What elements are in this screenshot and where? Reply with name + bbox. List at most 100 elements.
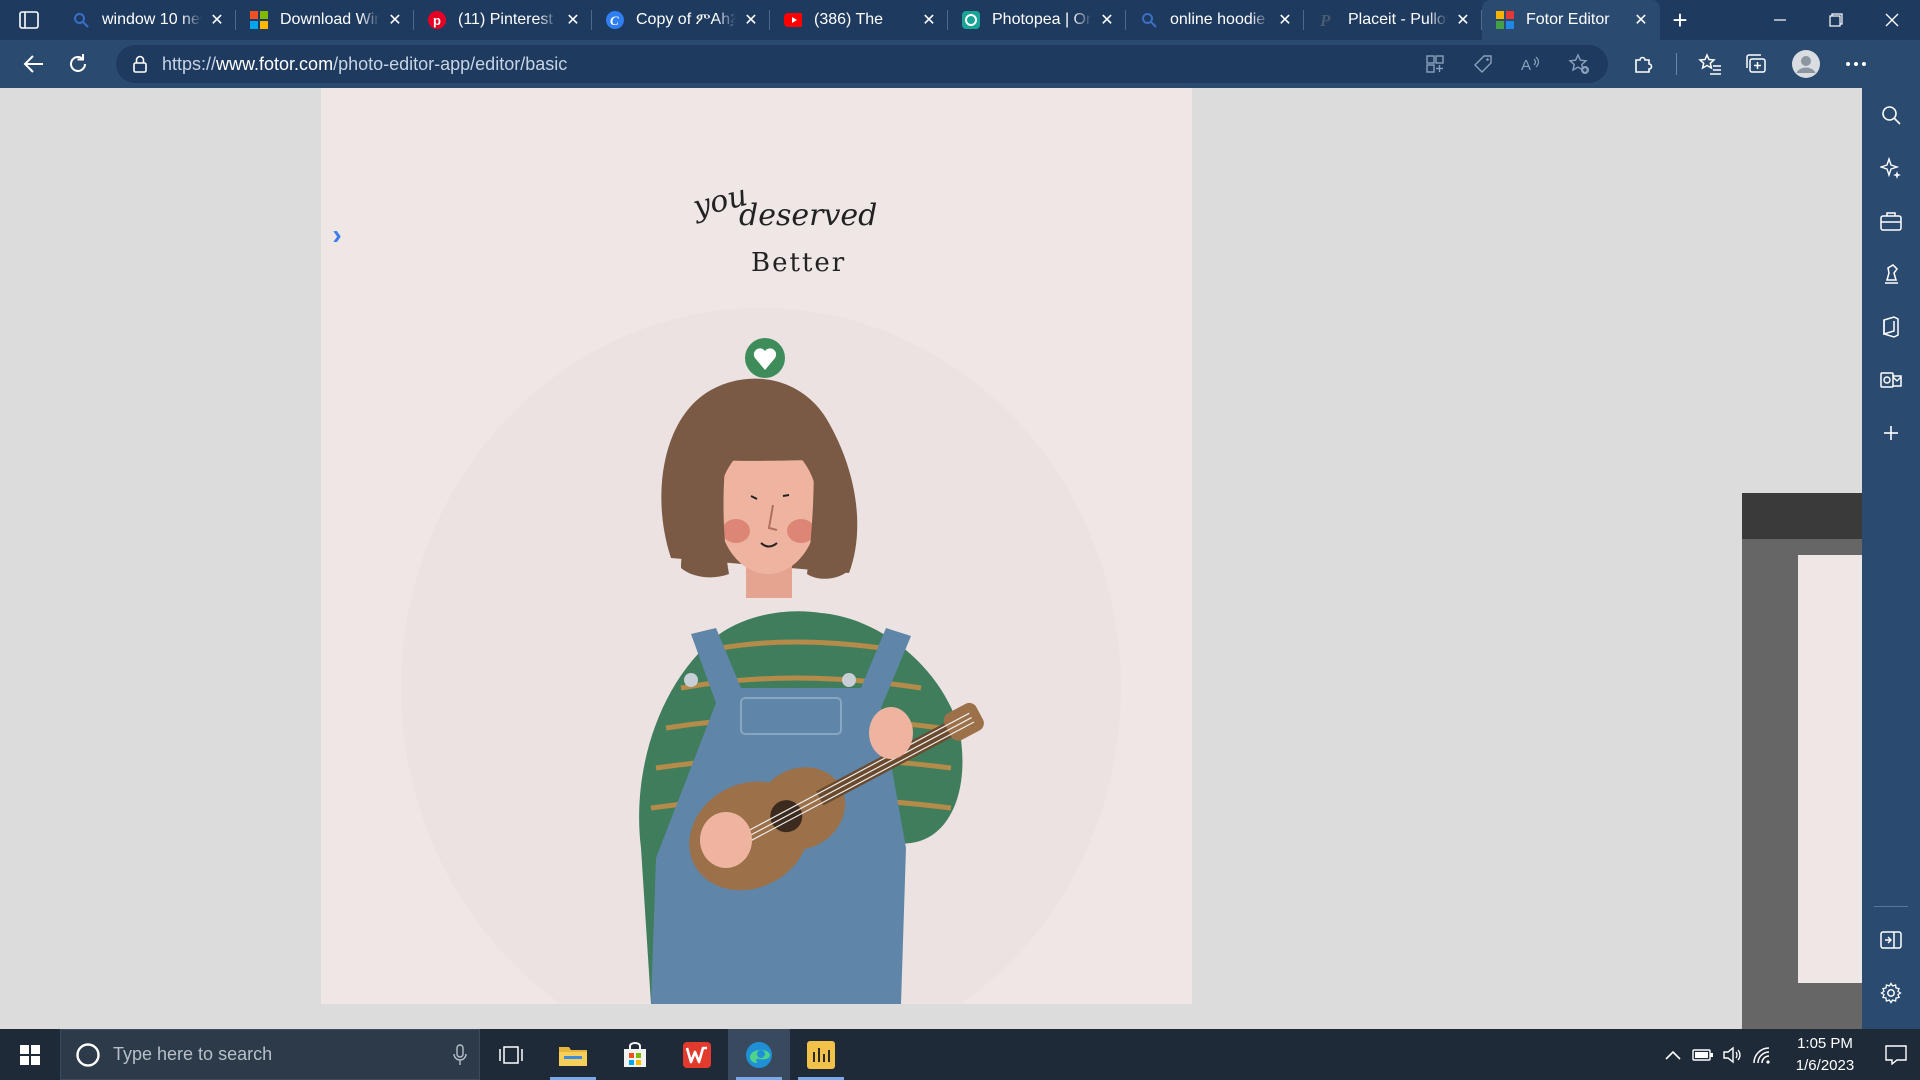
- show-hidden-icons-button[interactable]: [1658, 1029, 1688, 1080]
- close-tab-icon[interactable]: ✕: [1632, 11, 1650, 29]
- editor-canvas[interactable]: you deserved Better: [321, 88, 1192, 1004]
- url-text[interactable]: https://www.fotor.com/photo-editor-app/e…: [162, 54, 567, 75]
- taskbar-search-box[interactable]: Type here to search: [60, 1029, 480, 1080]
- taskbar-clock[interactable]: 1:05 PM 1/6/2023: [1778, 1033, 1872, 1077]
- photopea-icon: [962, 11, 980, 29]
- close-tab-icon[interactable]: ✕: [208, 11, 226, 29]
- sidebar-tools-button[interactable]: [1862, 194, 1920, 247]
- browser-tab[interactable]: Download Win ✕: [236, 0, 414, 40]
- tab-title: Copy of ምAh፩: [636, 11, 736, 28]
- wifi-icon: [1753, 1046, 1770, 1064]
- expand-panel-chevron-icon[interactable]: ›: [326, 219, 348, 250]
- taskbar-edge-browser[interactable]: [728, 1029, 790, 1080]
- restore-button[interactable]: [1808, 0, 1864, 40]
- clock-time: 1:05 PM: [1797, 1034, 1853, 1052]
- toolbar-divider: [1676, 53, 1677, 75]
- taskbar-file-explorer[interactable]: [542, 1029, 604, 1080]
- network-button[interactable]: [1748, 1029, 1778, 1080]
- browser-tab[interactable]: Photopea | On ✕: [948, 0, 1126, 40]
- taskbar-pinned-app[interactable]: [790, 1029, 852, 1080]
- lock-icon: [133, 55, 147, 73]
- new-tab-button[interactable]: +: [1660, 0, 1700, 40]
- add-favorite-button[interactable]: [1566, 51, 1592, 77]
- tab-actions-icon: [19, 11, 39, 29]
- tag-icon: [1474, 55, 1492, 73]
- browser-tab[interactable]: (386) The ✕: [770, 0, 948, 40]
- close-tab-icon[interactable]: ✕: [1276, 11, 1294, 29]
- sidebar-discover-button[interactable]: [1862, 141, 1920, 194]
- browser-tab[interactable]: P Placeit - Pullov ✕: [1304, 0, 1482, 40]
- sparkle-icon: [1880, 156, 1901, 179]
- browser-tab-strip: window 10 new ✕ Download Win ✕ p (11) Pintere…: [0, 0, 1920, 40]
- browser-tab[interactable]: Fotor Editor ✕: [1482, 0, 1660, 40]
- preview-panel-header: [1742, 493, 1862, 539]
- tab-list: window 10 new ✕ Download Win ✕ p (11) Pintere…: [58, 0, 1660, 40]
- address-bar[interactable]: https://www.fotor.com/photo-editor-app/e…: [116, 45, 1608, 83]
- tab-title: online hoodie: [1170, 11, 1266, 28]
- taskbar-wps-office[interactable]: [666, 1029, 728, 1080]
- yellow-app-icon: [807, 1040, 835, 1069]
- pinterest-icon: p: [428, 11, 446, 29]
- close-tab-icon[interactable]: ✕: [920, 11, 938, 29]
- shopping-tag-button[interactable]: [1470, 51, 1496, 77]
- browser-tab[interactable]: window 10 new ✕: [58, 0, 236, 40]
- clock-date: 1/6/2023: [1795, 1056, 1855, 1074]
- close-icon: [1885, 13, 1899, 27]
- favorites-button[interactable]: [1697, 51, 1723, 77]
- close-tab-icon[interactable]: ✕: [564, 11, 582, 29]
- volume-button[interactable]: [1718, 1029, 1748, 1080]
- collections-button[interactable]: [1743, 51, 1769, 77]
- browser-tab[interactable]: C Copy of ምAh፩ ✕: [592, 0, 770, 40]
- preview-thumbnail-panel[interactable]: [1742, 493, 1862, 1029]
- tab-title: window 10 new: [102, 11, 202, 28]
- sidebar-add-button[interactable]: [1862, 406, 1920, 459]
- close-window-button[interactable]: [1864, 0, 1920, 40]
- speaker-icon: [1723, 1046, 1741, 1063]
- browser-tab[interactable]: online hoodie ✕: [1126, 0, 1304, 40]
- sidebar-games-button[interactable]: [1862, 247, 1920, 300]
- start-button[interactable]: [0, 1029, 60, 1080]
- microphone-icon[interactable]: [453, 1043, 467, 1066]
- close-tab-icon[interactable]: ✕: [1098, 11, 1116, 29]
- app-available-button[interactable]: [1422, 51, 1448, 77]
- close-tab-icon[interactable]: ✕: [1454, 11, 1472, 29]
- outlook-icon: [1880, 371, 1902, 388]
- hide-sidebar-button[interactable]: [1862, 913, 1920, 966]
- action-center-button[interactable]: [1872, 1029, 1920, 1080]
- refresh-button[interactable]: [56, 46, 100, 82]
- battery-status-button[interactable]: [1688, 1029, 1718, 1080]
- browser-tab[interactable]: p (11) Pinterest ✕: [414, 0, 592, 40]
- sidebar-search-button[interactable]: [1862, 88, 1920, 141]
- search-placeholder: Type here to search: [113, 1044, 273, 1064]
- girl-with-ukulele-illustration: [401, 308, 1121, 1004]
- minimize-button[interactable]: [1752, 0, 1808, 40]
- tab-title: (11) Pinterest: [458, 11, 553, 28]
- close-tab-icon[interactable]: ✕: [386, 11, 404, 29]
- svg-text:p: p: [433, 13, 441, 28]
- sidebar-settings-button[interactable]: [1862, 966, 1920, 1019]
- tab-title: (386) The: [814, 11, 884, 28]
- read-aloud-button[interactable]: A: [1518, 51, 1544, 77]
- sidebar-office-button[interactable]: [1862, 300, 1920, 353]
- placeit-icon: P: [1318, 11, 1336, 29]
- sidebar-outlook-button[interactable]: [1862, 353, 1920, 406]
- preview-thumbnail-image[interactable]: [1798, 555, 1862, 983]
- tab-actions-button[interactable]: [0, 0, 58, 40]
- toolbox-icon: [1880, 211, 1902, 231]
- back-button[interactable]: [12, 46, 56, 82]
- hide-sidebar-icon: [1880, 930, 1902, 949]
- app-grid-icon: [1426, 55, 1444, 73]
- refresh-icon: [70, 54, 86, 72]
- settings-more-button[interactable]: [1843, 51, 1869, 77]
- profile-button[interactable]: [1789, 50, 1823, 78]
- close-tab-icon[interactable]: ✕: [742, 11, 760, 29]
- avatar-icon: [1792, 50, 1820, 78]
- task-view-icon: [499, 1045, 523, 1064]
- extensions-button[interactable]: [1630, 51, 1656, 77]
- gear-icon: [1880, 981, 1902, 1004]
- taskbar-microsoft-store[interactable]: [604, 1029, 666, 1080]
- arrow-left-icon: [23, 55, 43, 73]
- task-view-button[interactable]: [480, 1029, 542, 1080]
- notification-icon: [1885, 1044, 1907, 1065]
- edge-sidebar: [1862, 88, 1920, 1029]
